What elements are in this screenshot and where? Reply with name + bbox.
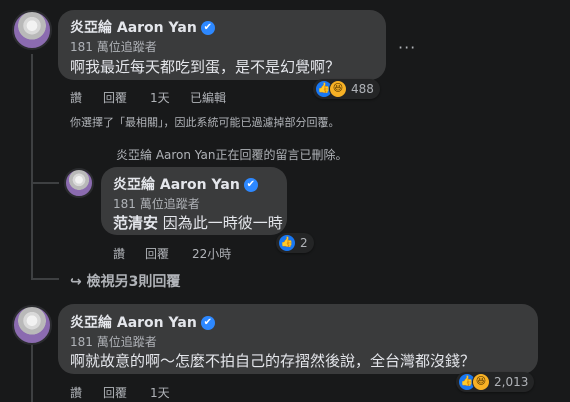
reaction-count: 2,013	[494, 375, 529, 389]
avatar[interactable]	[12, 10, 52, 50]
comment-author[interactable]: 炎亞綸 Aaron Yan ✔	[70, 17, 215, 37]
more-options-icon[interactable]: ···	[398, 38, 416, 57]
reply-timestamp[interactable]: 22小時	[192, 245, 231, 262]
reply-text: 范清安 因為此一時彼一時	[113, 214, 283, 232]
reaction-summary[interactable]: 👍 😆 2,013	[456, 372, 535, 392]
like-button[interactable]: 讚	[70, 89, 82, 106]
thread-branch	[31, 278, 59, 280]
comment-text: 啊我最近每天都吃到蛋，是不是幻覺啊？	[70, 58, 341, 76]
follower-count: 181 萬位追蹤者	[70, 335, 157, 349]
deleted-notice: 炎亞綸 Aaron Yan正在回覆的留言已刪除。	[116, 148, 348, 162]
reply-author[interactable]: 炎亞綸 Aaron Yan ✔	[113, 174, 258, 194]
reply-button[interactable]: 回覆	[145, 245, 169, 262]
comment-timestamp[interactable]: 1天	[150, 384, 170, 401]
thread-branch	[31, 182, 59, 184]
avatar[interactable]	[64, 168, 94, 198]
comment-timestamp[interactable]: 1天	[150, 89, 170, 106]
avatar[interactable]	[12, 305, 52, 345]
comment-text: 啊就故意的啊～怎麼不拍自己的存摺然後說，全台灣都沒錢？	[70, 352, 476, 370]
filter-notice: 你選擇了「最相關」，因此系統可能已過濾掉部分回覆。	[70, 116, 340, 129]
view-more-replies[interactable]: ↪ 檢視另3則回覆	[70, 271, 180, 291]
mentioned-user[interactable]: 范清安	[113, 214, 158, 232]
thread-line	[31, 54, 33, 280]
edited-label: 已編輯	[190, 91, 227, 105]
reaction-count: 2	[300, 236, 308, 250]
reply-arrow-icon: ↪	[70, 274, 82, 290]
verified-icon: ✔	[200, 21, 215, 35]
follower-count: 181 萬位追蹤者	[113, 197, 200, 211]
comment-author[interactable]: 炎亞綸 Aaron Yan ✔	[70, 312, 215, 332]
reply-button[interactable]: 回覆	[103, 89, 127, 106]
reply-button[interactable]: 回覆	[103, 384, 127, 401]
thread-line	[31, 342, 33, 402]
verified-icon: ✔	[200, 316, 215, 330]
like-reaction-icon: 👍	[278, 234, 296, 252]
verified-icon: ✔	[243, 178, 258, 192]
reaction-summary[interactable]: 👍 😆 488	[313, 79, 380, 99]
reaction-summary[interactable]: 👍 2	[276, 233, 314, 253]
reaction-count: 488	[351, 82, 374, 96]
like-button[interactable]: 讚	[113, 245, 125, 262]
haha-reaction-icon: 😆	[329, 80, 347, 98]
like-button[interactable]: 讚	[70, 384, 82, 401]
follower-count: 181 萬位追蹤者	[70, 40, 157, 54]
haha-reaction-icon: 😆	[472, 373, 490, 391]
